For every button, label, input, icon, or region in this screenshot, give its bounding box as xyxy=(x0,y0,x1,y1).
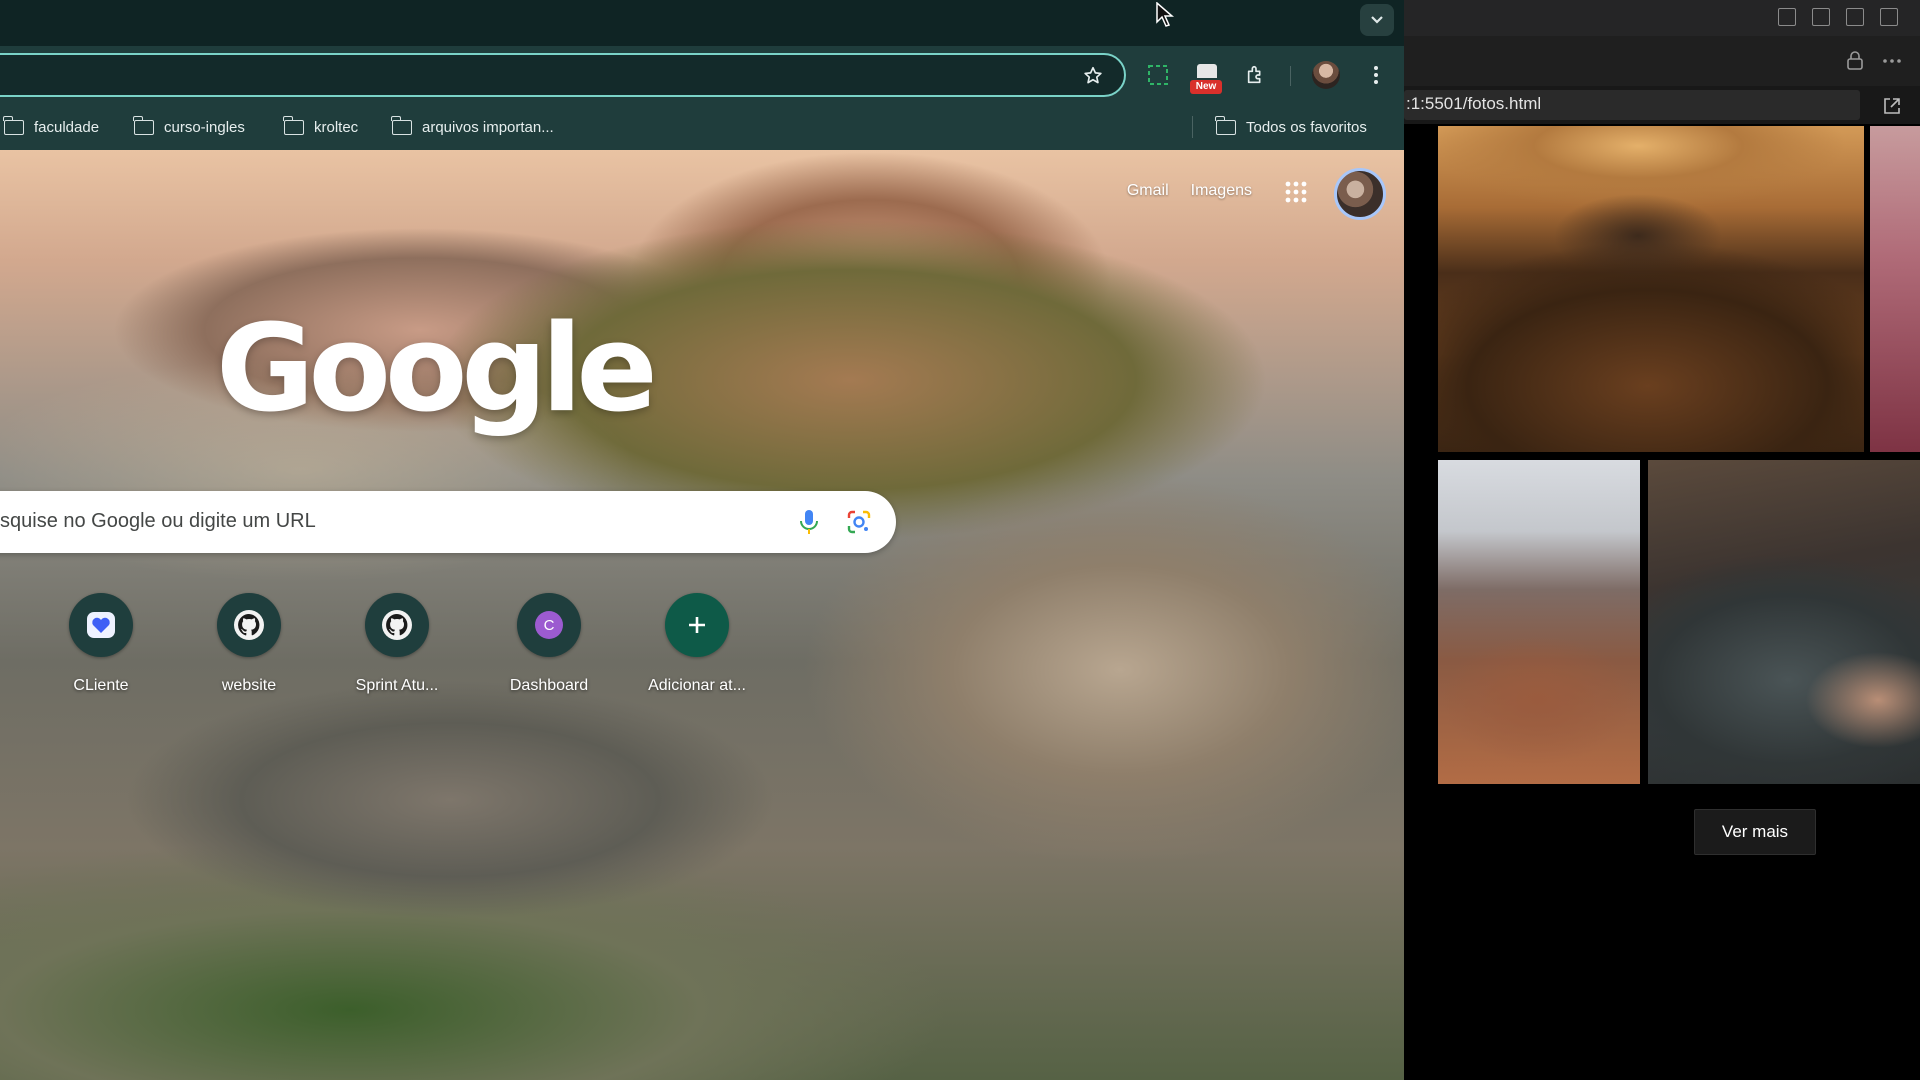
toggle-secondary-sidebar-icon[interactable] xyxy=(1846,8,1864,26)
bookmark-folder-curso-ingles[interactable]: curso-ingles xyxy=(133,115,245,139)
browser-window: New faculdade curso-ingles kroltec arqui… xyxy=(0,0,1404,1080)
letter-c-icon: C xyxy=(517,593,581,657)
ntp-header-links: Gmail Imagens xyxy=(1127,182,1252,200)
shortcut-label: Adicionar at... xyxy=(648,677,746,694)
bookmark-label: faculdade xyxy=(34,118,100,136)
folder-icon xyxy=(3,115,24,135)
shortcut-label: CLiente xyxy=(73,677,129,694)
shortcut-website[interactable]: website xyxy=(190,593,308,695)
toolbar: New xyxy=(0,46,1404,104)
shortcut-sprint[interactable]: Sprint Atu... xyxy=(338,593,456,695)
open-external-icon[interactable] xyxy=(1882,96,1902,116)
gallery-photo-canyon[interactable] xyxy=(1438,460,1640,784)
shortcut-label: website xyxy=(221,677,277,694)
google-apps-icon[interactable] xyxy=(1284,180,1308,204)
google-logo: Google xyxy=(216,300,658,439)
screenshot-extension-icon[interactable] xyxy=(1144,61,1172,89)
address-bar[interactable] xyxy=(0,53,1126,97)
all-bookmarks-button[interactable]: Todos os favoritos xyxy=(1215,115,1367,139)
all-bookmarks-label: Todos os favoritos xyxy=(1246,118,1367,136)
letter-avatar: C xyxy=(535,611,563,639)
search-placeholder: squise no Google ou digite um URL xyxy=(0,510,316,532)
bookmark-star-icon[interactable] xyxy=(1082,65,1104,87)
folder-icon xyxy=(391,115,412,135)
tab-strip xyxy=(0,0,1404,46)
search-box[interactable]: squise no Google ou digite um URL xyxy=(0,491,896,553)
gallery-photo-rocks-hand[interactable] xyxy=(1648,460,1920,784)
chevron-down-icon xyxy=(1371,16,1383,24)
tab-search-button[interactable] xyxy=(1360,4,1394,36)
more-menu-icon[interactable] xyxy=(1362,61,1390,89)
folder-icon xyxy=(283,115,304,135)
profile-avatar[interactable] xyxy=(1312,61,1340,89)
microphone-icon[interactable] xyxy=(798,509,820,535)
gallery-photo-desert-sunset[interactable] xyxy=(1438,126,1864,452)
plus-icon xyxy=(665,593,729,657)
github-icon xyxy=(365,593,429,657)
google-lens-icon[interactable] xyxy=(846,509,872,535)
extensions-puzzle-icon[interactable] xyxy=(1242,61,1270,89)
customize-layout-icon[interactable] xyxy=(1880,8,1898,26)
gallery-photo-pink[interactable] xyxy=(1870,126,1920,452)
new-badge: New xyxy=(1190,80,1222,94)
bookmark-label: kroltec xyxy=(314,118,359,136)
lock-icon[interactable] xyxy=(1846,50,1864,70)
editor-title-bar xyxy=(1404,0,1920,36)
account-avatar[interactable] xyxy=(1334,168,1386,220)
bookmark-label: curso-ingles xyxy=(164,118,245,136)
toggle-panel-icon[interactable] xyxy=(1812,8,1830,26)
extension-new-icon[interactable]: New xyxy=(1190,64,1224,94)
bookmarks-divider xyxy=(1192,116,1193,138)
shortcut-label: Dashboard xyxy=(509,677,589,694)
images-link[interactable]: Imagens xyxy=(1191,182,1252,200)
toggle-sidebar-icon[interactable] xyxy=(1778,8,1796,26)
bookmark-label: arquivos importan... xyxy=(422,118,554,136)
preview-tab-bar xyxy=(1404,36,1920,86)
shortcut-cliente[interactable]: CLiente xyxy=(42,593,160,695)
bookmark-folder-faculdade[interactable]: faculdade xyxy=(3,115,100,139)
more-actions-icon[interactable] xyxy=(1882,58,1902,64)
preview-panel: :1:5501/fotos.html Ver mais xyxy=(1404,0,1920,1080)
folder-icon xyxy=(1215,115,1236,135)
preview-address-bar: :1:5501/fotos.html xyxy=(1404,86,1920,124)
gmail-link[interactable]: Gmail xyxy=(1127,182,1169,200)
mouse-cursor-icon xyxy=(1156,2,1174,27)
see-more-button[interactable]: Ver mais xyxy=(1694,809,1816,855)
bookmark-folder-arquivos[interactable]: arquivos importan... xyxy=(391,115,554,139)
bookmark-folder-kroltec[interactable]: kroltec xyxy=(283,115,359,139)
preview-url-input[interactable]: :1:5501/fotos.html xyxy=(1404,90,1860,120)
github-icon xyxy=(217,593,281,657)
heart-app-icon xyxy=(69,593,133,657)
shortcut-dashboard[interactable]: C Dashboard xyxy=(490,593,608,695)
shortcut-label: Sprint Atu... xyxy=(355,677,439,694)
add-shortcut-button[interactable]: Adicionar at... xyxy=(638,593,756,695)
toolbar-divider xyxy=(1290,66,1291,86)
folder-icon xyxy=(133,115,154,135)
bookmarks-bar: faculdade curso-ingles kroltec arquivos … xyxy=(0,104,1404,150)
new-tab-page: Gmail Imagens Google squise no Google ou… xyxy=(0,150,1404,1080)
